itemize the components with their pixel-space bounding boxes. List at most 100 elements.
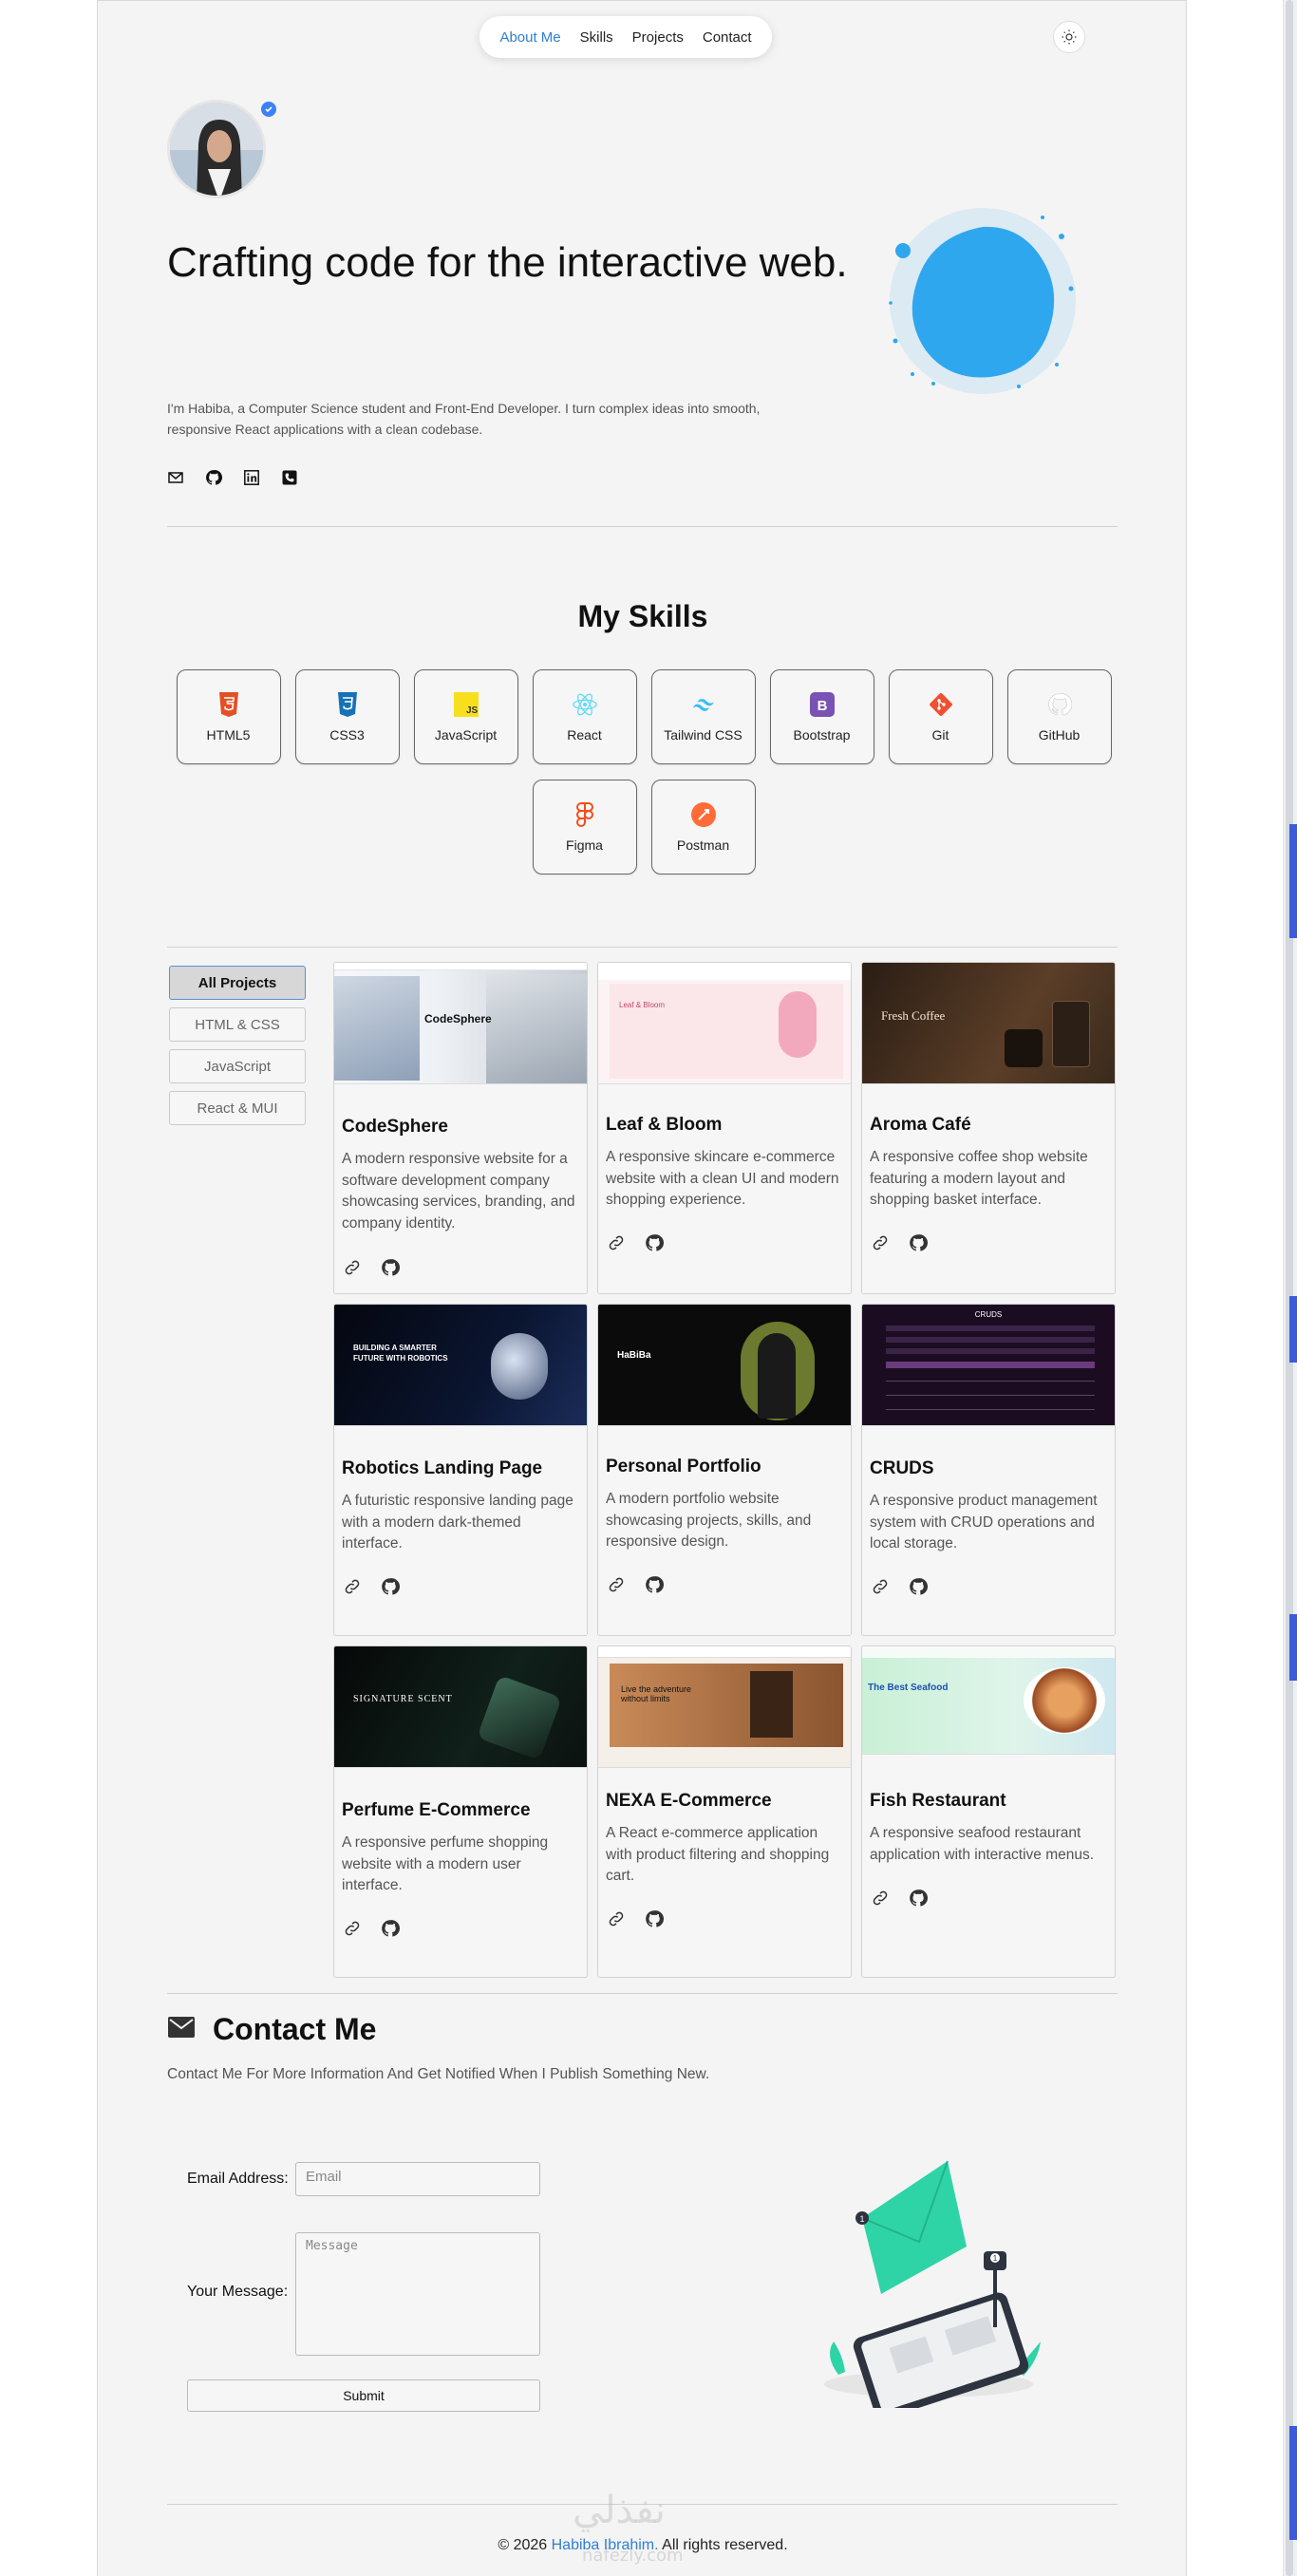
link-icon[interactable] — [870, 1888, 891, 1908]
project-title: Robotics Landing Page — [342, 1458, 543, 1478]
phone-icon[interactable] — [281, 469, 298, 486]
project-description: A responsive coffee shop website featuri… — [870, 1149, 1088, 1208]
project-title: Aroma Café — [870, 1115, 971, 1135]
skill-label: React — [567, 727, 602, 743]
skill-card-bootstrap: B Bootstrap — [769, 669, 874, 764]
svg-text:1: 1 — [859, 2214, 864, 2224]
message-field[interactable]: Message — [295, 2232, 540, 2356]
linkedin-icon[interactable] — [243, 469, 260, 486]
github-icon[interactable] — [644, 1574, 665, 1595]
project-card: Live the adventure without limits NEXA E… — [597, 1645, 852, 1978]
footer-author-link[interactable]: Habiba Ibrahim. — [552, 2537, 659, 2553]
postman-icon — [690, 801, 717, 828]
theme-toggle-button[interactable] — [1053, 21, 1085, 53]
github-icon[interactable] — [380, 1576, 401, 1597]
verified-badge-icon — [261, 102, 276, 117]
svg-text:1: 1 — [993, 2254, 998, 2263]
project-thumbnail[interactable]: Fresh Coffee — [862, 963, 1115, 1084]
filter-html-css[interactable]: HTML & CSS — [169, 1007, 306, 1042]
thumbnail-text: SIGNATURE SCENT — [353, 1694, 453, 1704]
project-description: A modern portfolio website showcasing pr… — [606, 1491, 812, 1550]
project-description: A modern responsive website for a softwa… — [342, 1151, 575, 1232]
skill-label: GitHub — [1038, 727, 1081, 743]
thumbnail-text: CRUDS — [974, 1310, 1003, 1319]
figma-icon — [572, 801, 598, 828]
project-description: A React e-commerce application with prod… — [606, 1825, 830, 1884]
project-description: A responsive seafood restaurant applicat… — [870, 1825, 1095, 1863]
link-icon[interactable] — [342, 1918, 363, 1939]
skills-title: My Skills — [577, 599, 708, 633]
scroll-marker — [1289, 1614, 1297, 1681]
github-icon[interactable] — [380, 1918, 401, 1939]
email-label: Email Address: — [187, 2171, 289, 2187]
project-card: CRUDS CRUDS A responsive product managem… — [861, 1304, 1116, 1636]
project-thumbnail[interactable]: CodeSphere — [334, 963, 587, 1084]
link-icon[interactable] — [342, 1576, 363, 1597]
github-icon[interactable] — [908, 1888, 929, 1908]
link-icon[interactable] — [870, 1232, 891, 1253]
hero-title: Crafting code for the interactive web. — [167, 239, 848, 286]
skill-card-css3: CSS3 — [294, 669, 400, 764]
project-card: BUILDING A SMARTER FUTURE WITH ROBOTICS … — [333, 1304, 588, 1636]
project-title: Fish Restaurant — [870, 1791, 1006, 1811]
project-card: Leaf & Bloom Leaf & Bloom A responsive s… — [597, 962, 852, 1294]
page: About Me Skills Projects Contact Craftin… — [97, 0, 1187, 2576]
email-field[interactable]: Email — [295, 2162, 540, 2196]
link-icon[interactable] — [606, 1574, 627, 1595]
skill-label: HTML5 — [206, 727, 251, 743]
skill-card-figma: Figma — [532, 780, 637, 874]
projects-grid: CodeSphere CodeSphere A modern responsiv… — [333, 962, 1121, 1978]
nav-contact[interactable]: Contact — [703, 29, 752, 46]
avatar — [167, 100, 266, 198]
nav-about[interactable]: About Me — [499, 29, 560, 46]
project-description: A responsive skincare e-commerce website… — [606, 1149, 839, 1208]
skill-card-tailwind: Tailwind CSS — [650, 669, 756, 764]
link-icon[interactable] — [606, 1232, 627, 1253]
sun-icon — [1062, 29, 1077, 45]
link-icon[interactable] — [342, 1257, 363, 1278]
link-icon[interactable] — [606, 1908, 627, 1929]
thumbnail-text: CodeSphere — [424, 1012, 492, 1025]
project-title: NEXA E-Commerce — [606, 1791, 772, 1811]
nav-skills[interactable]: Skills — [580, 29, 613, 46]
project-thumbnail[interactable]: Live the adventure without limits — [598, 1646, 851, 1768]
github-icon[interactable] — [908, 1576, 929, 1597]
thumbnail-text: Leaf & Bloom — [619, 1001, 666, 1009]
skill-label: JavaScript — [434, 727, 498, 743]
filter-all-projects[interactable]: All Projects — [169, 966, 306, 1000]
contact-title: Contact Me — [213, 2012, 377, 2046]
github-icon[interactable] — [908, 1232, 929, 1253]
nav-projects[interactable]: Projects — [632, 29, 684, 46]
project-title: Perfume E-Commerce — [342, 1800, 531, 1820]
link-icon[interactable] — [870, 1576, 891, 1597]
mail-icon[interactable] — [167, 469, 184, 486]
footer-suffix: All rights reserved. — [658, 2537, 788, 2553]
project-title: CodeSphere — [342, 1117, 448, 1137]
skill-label: Bootstrap — [793, 727, 851, 743]
project-thumbnail[interactable]: CRUDS — [862, 1305, 1115, 1426]
github-icon[interactable] — [644, 1908, 665, 1929]
project-thumbnail[interactable]: BUILDING A SMARTER FUTURE WITH ROBOTICS — [334, 1305, 587, 1426]
hero-blob-illustration — [889, 208, 1076, 394]
filter-javascript[interactable]: JavaScript — [169, 1049, 306, 1083]
svg-text:JS: JS — [466, 705, 479, 716]
project-thumbnail[interactable]: The Best Seafood — [862, 1646, 1115, 1755]
react-icon — [572, 691, 598, 718]
filter-react-mui[interactable]: React & MUI — [169, 1091, 306, 1125]
submit-button[interactable]: Submit — [187, 2379, 540, 2412]
footer-prefix: © 2026 — [498, 2537, 552, 2553]
section-divider — [167, 1993, 1118, 1994]
social-links — [167, 469, 298, 486]
github-icon[interactable] — [380, 1257, 401, 1278]
github-icon[interactable] — [205, 469, 222, 486]
scrollbar-thumb[interactable] — [1286, 0, 1293, 2576]
contact-heading: Contact Me — [167, 2012, 376, 2047]
section-divider — [167, 526, 1118, 527]
project-thumbnail[interactable]: Leaf & Bloom — [598, 963, 851, 1084]
project-thumbnail[interactable]: SIGNATURE SCENT — [334, 1646, 587, 1768]
github-icon[interactable] — [644, 1232, 665, 1253]
top-nav: About Me Skills Projects Contact — [479, 16, 772, 58]
skill-card-github: GitHub — [1006, 669, 1112, 764]
project-thumbnail[interactable]: HaBiBa — [598, 1305, 851, 1426]
skill-label: Git — [931, 727, 949, 743]
